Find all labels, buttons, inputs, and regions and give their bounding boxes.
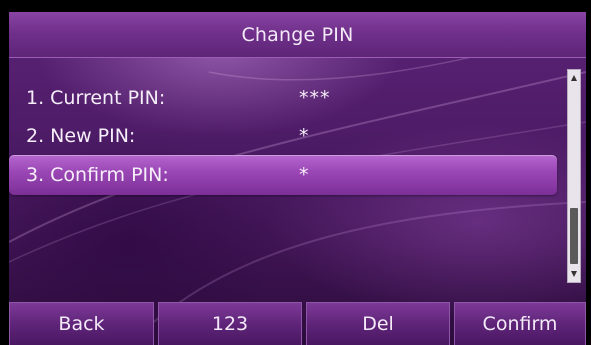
- current-pin-label: 1. Current PIN:: [26, 87, 166, 109]
- phone-display-frame: Change PIN 1. Current PIN: *** 2. New PI…: [0, 0, 591, 345]
- current-pin-row[interactable]: 1. Current PIN: ***: [9, 78, 557, 118]
- confirm-softkey[interactable]: Confirm: [454, 302, 586, 345]
- triangle-down-icon[interactable]: [568, 268, 580, 280]
- scrollbar[interactable]: [567, 69, 581, 283]
- new-pin-row[interactable]: 2. New PIN: *: [9, 116, 557, 156]
- confirm-pin-label: 3. Confirm PIN:: [26, 164, 169, 186]
- new-pin-field[interactable]: *: [299, 125, 310, 147]
- confirm-pin-field[interactable]: *: [299, 164, 310, 186]
- delete-softkey[interactable]: Del: [306, 302, 450, 345]
- triangle-up-icon[interactable]: [568, 72, 580, 84]
- input-mode-softkey[interactable]: 123: [158, 302, 302, 345]
- softkey-bar: Back 123 Del Confirm: [9, 300, 586, 345]
- scroll-thumb[interactable]: [570, 208, 578, 264]
- new-pin-label: 2. New PIN:: [26, 125, 136, 147]
- confirm-pin-row[interactable]: 3. Confirm PIN: *: [9, 155, 557, 195]
- current-pin-field[interactable]: ***: [299, 87, 331, 109]
- back-softkey[interactable]: Back: [9, 302, 154, 345]
- title-bar: Change PIN: [9, 12, 586, 58]
- phone-screen: Change PIN 1. Current PIN: *** 2. New PI…: [9, 12, 586, 345]
- page-title: Change PIN: [241, 23, 354, 46]
